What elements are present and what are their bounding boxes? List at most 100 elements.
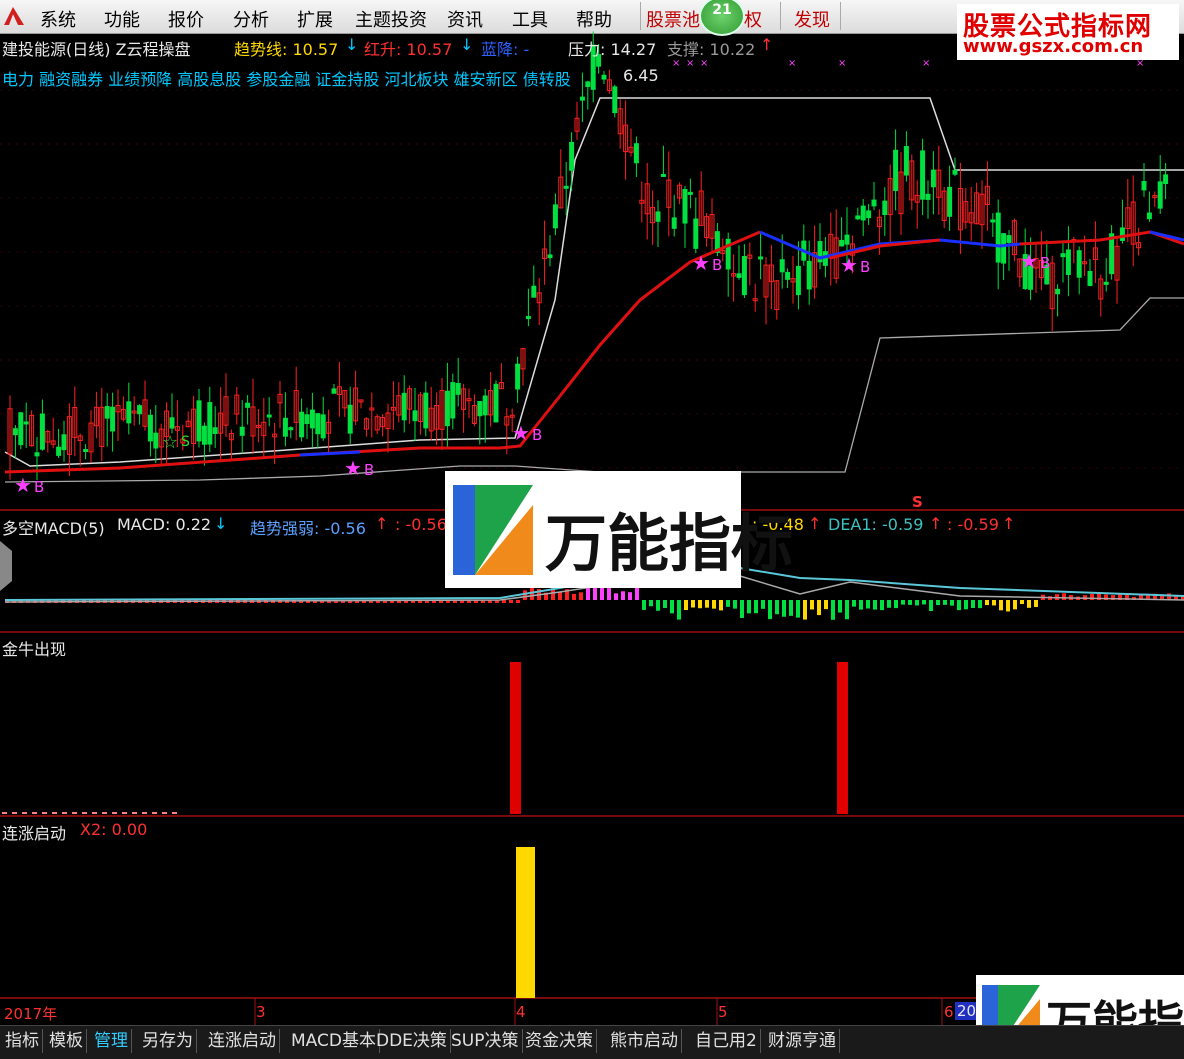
macd-bar (677, 600, 681, 620)
sell-signal-label: S (181, 434, 190, 450)
candle-body (779, 259, 785, 273)
macd-bar (593, 588, 597, 600)
tab-wealth[interactable]: 财源亨通 (765, 1029, 840, 1053)
candle-body (450, 382, 456, 419)
buy-signal-label: B (364, 461, 374, 479)
macd-bar (859, 600, 863, 610)
timeline-date-cursor[interactable]: 20 (955, 1002, 979, 1020)
macd-bar (1062, 593, 1066, 600)
candle-body (104, 406, 110, 419)
signal-cross-icon: × (838, 58, 846, 69)
gold-bull-bar (837, 662, 848, 814)
timeline-label-march: 3 (256, 1003, 266, 1021)
candle-body (1076, 250, 1082, 278)
dea-dup-value: : -0.59 (947, 515, 999, 534)
candle-body (299, 411, 305, 438)
macd-bar (929, 600, 933, 612)
candle-body (304, 414, 310, 425)
macd-bar (796, 600, 800, 618)
candle-body (585, 81, 591, 88)
macd-bar (999, 600, 1003, 611)
macd-bar (1013, 600, 1017, 610)
candle-body (169, 417, 175, 429)
candle-body (493, 383, 499, 423)
macd-bar (1034, 600, 1038, 607)
macd-bar (978, 600, 982, 609)
tab-sup[interactable]: SUP决策 (448, 1029, 523, 1053)
tab-template[interactable]: 模板 (46, 1029, 87, 1053)
candle-body (153, 432, 159, 449)
timeline-label-june: 6 (944, 1003, 954, 1021)
macd-bar (691, 600, 695, 608)
macd-bar (607, 588, 611, 600)
macd-bar (726, 600, 730, 607)
red-rise-value: 红升: 10.57 (364, 40, 453, 59)
macd-bar (908, 600, 912, 605)
macd-bar (971, 600, 975, 608)
price-envelope (4, 97, 1184, 483)
candlesticks (7, 31, 1169, 481)
tab-save-as[interactable]: 另存为 (139, 1029, 197, 1053)
candle-body (903, 146, 909, 176)
candle-body (515, 363, 521, 390)
tab-launch[interactable]: 连涨启动 (205, 1029, 280, 1053)
support-up-arrow: ↑ (760, 35, 774, 54)
candle-body (866, 210, 872, 219)
buy-star-icon: ★ (344, 456, 362, 480)
signal-cross-icon: × (1136, 58, 1144, 69)
tab-manage[interactable]: 管理 (91, 1029, 132, 1053)
candle-body (882, 200, 888, 216)
candle-body (633, 143, 639, 164)
macd-bar (957, 600, 961, 611)
candle-body (682, 189, 688, 224)
candle-body (547, 254, 553, 259)
macd-bar (572, 593, 576, 600)
support-value: 支撑: 10.22 (667, 40, 756, 59)
macd-bar (845, 600, 849, 620)
macd-bar (964, 600, 968, 610)
macd-bar (516, 600, 520, 603)
candle-body (655, 211, 661, 222)
tab-custom2[interactable]: 自己用2 (692, 1029, 761, 1053)
tab-fund[interactable]: 资金决策 (522, 1029, 597, 1053)
candle-body (23, 421, 29, 425)
candle-body (34, 452, 40, 457)
envelope-upper (4, 97, 1184, 467)
tab-dde[interactable]: DDE决策 (373, 1029, 451, 1053)
candle-body (806, 260, 812, 290)
candle-body (347, 404, 353, 434)
signal-cross-icon: × (788, 58, 796, 69)
macd-bar (768, 600, 772, 620)
candle-body (601, 74, 607, 80)
candle-body (871, 199, 877, 207)
gold-bull-bar (510, 662, 521, 814)
macd-bar (838, 600, 842, 613)
macd-bar (1020, 600, 1024, 605)
candle-body (444, 390, 450, 427)
candle-body (331, 388, 337, 394)
tab-macd-basic[interactable]: MACD基本 (288, 1029, 380, 1053)
candle-body (920, 150, 926, 200)
macd-bar (866, 600, 870, 609)
tab-bear-launch[interactable]: 熊市启动 (607, 1029, 682, 1053)
candle-body (693, 218, 699, 249)
gold-bull-title: 金牛出现 (2, 640, 67, 659)
macd-bar (887, 600, 891, 608)
macd-down-arrow: ↓ (214, 514, 228, 533)
red-down-arrow: ↓ (460, 35, 474, 54)
trend-down-arrow: ↓ (345, 35, 359, 54)
candle-body (212, 427, 218, 434)
candle-body (320, 414, 326, 439)
macd-bar (698, 600, 702, 609)
macd-bar (733, 600, 737, 609)
indicator-tab-bar: 指标 模板 管理 另存为 连涨启动 MACD基本 DDE决策 SUP决策 资金决… (0, 1025, 1184, 1059)
candle-body (288, 427, 294, 431)
launch-value: X2: 0.00 (80, 820, 148, 839)
candle-body (660, 173, 666, 177)
price-overlay: 6.45 (623, 66, 659, 85)
macd-bar (1027, 600, 1031, 608)
candle-body (137, 405, 143, 415)
candle-body (482, 395, 488, 416)
tab-indicator[interactable]: 指标 (2, 1029, 43, 1053)
candle-body (947, 186, 953, 217)
